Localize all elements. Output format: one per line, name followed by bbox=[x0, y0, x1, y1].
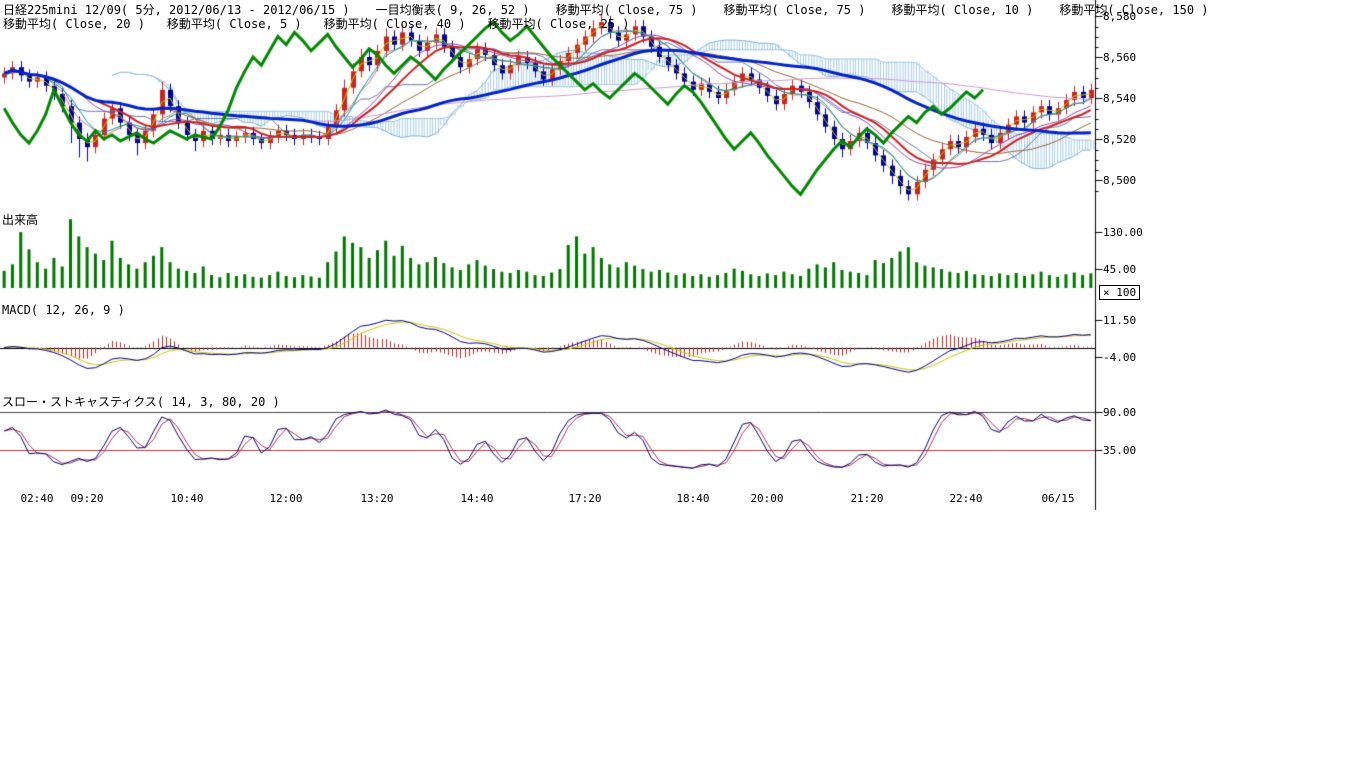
price-axis-label: 8,580 bbox=[1103, 10, 1136, 23]
volume-axis-label: 45.00 bbox=[1103, 263, 1136, 276]
time-label: 17:20 bbox=[568, 492, 601, 505]
legend-ma25: 移動平均( Close, 25 ) bbox=[488, 15, 630, 32]
chart-canvas bbox=[0, 0, 1366, 520]
time-label: 20:00 bbox=[750, 492, 783, 505]
stochastics-axis-label: 90.00 bbox=[1103, 406, 1136, 419]
legend-ma75-b: 移動平均( Close, 75 ) bbox=[724, 1, 866, 18]
price-axis-label: 8,500 bbox=[1103, 174, 1136, 187]
chart-header-line2: 移動平均( Close, 20 ) 移動平均( Close, 5 ) 移動平均(… bbox=[3, 15, 629, 32]
legend-ma40: 移動平均( Close, 40 ) bbox=[324, 15, 466, 32]
macd-axis-label: 11.50 bbox=[1103, 314, 1136, 327]
time-label: 14:40 bbox=[460, 492, 493, 505]
volume-axis-label: 130.00 bbox=[1103, 226, 1143, 239]
stochastics-panel-label: スロー・ストキャスティクス( 14, 3, 80, 20 ) bbox=[2, 393, 280, 410]
time-label: 22:40 bbox=[949, 492, 982, 505]
volume-panel-label: 出来高 bbox=[2, 211, 38, 228]
stochastics-axis-label: 35.00 bbox=[1103, 444, 1136, 457]
volume-multiplier-badge: × 100 bbox=[1099, 285, 1140, 300]
time-label: 21:20 bbox=[850, 492, 883, 505]
time-label: 10:40 bbox=[170, 492, 203, 505]
time-label: 12:00 bbox=[269, 492, 302, 505]
time-label: 06/15 bbox=[1041, 492, 1074, 505]
time-label: 09:20 bbox=[70, 492, 103, 505]
chart-application: 日経225mini 12/09( 5分, 2012/06/13 - 2012/0… bbox=[0, 0, 1366, 768]
price-axis-label: 8,560 bbox=[1103, 51, 1136, 64]
macd-panel-label: MACD( 12, 26, 9 ) bbox=[2, 303, 125, 317]
legend-ma10: 移動平均( Close, 10 ) bbox=[891, 1, 1033, 18]
time-label: 02:40 bbox=[20, 492, 53, 505]
legend-ma20: 移動平均( Close, 20 ) bbox=[3, 15, 145, 32]
time-label: 13:20 bbox=[360, 492, 393, 505]
price-axis-label: 8,520 bbox=[1103, 133, 1136, 146]
macd-axis-label: -4.00 bbox=[1103, 351, 1136, 364]
time-label: 18:40 bbox=[676, 492, 709, 505]
price-axis-label: 8,540 bbox=[1103, 92, 1136, 105]
legend-ma5: 移動平均( Close, 5 ) bbox=[167, 15, 302, 32]
